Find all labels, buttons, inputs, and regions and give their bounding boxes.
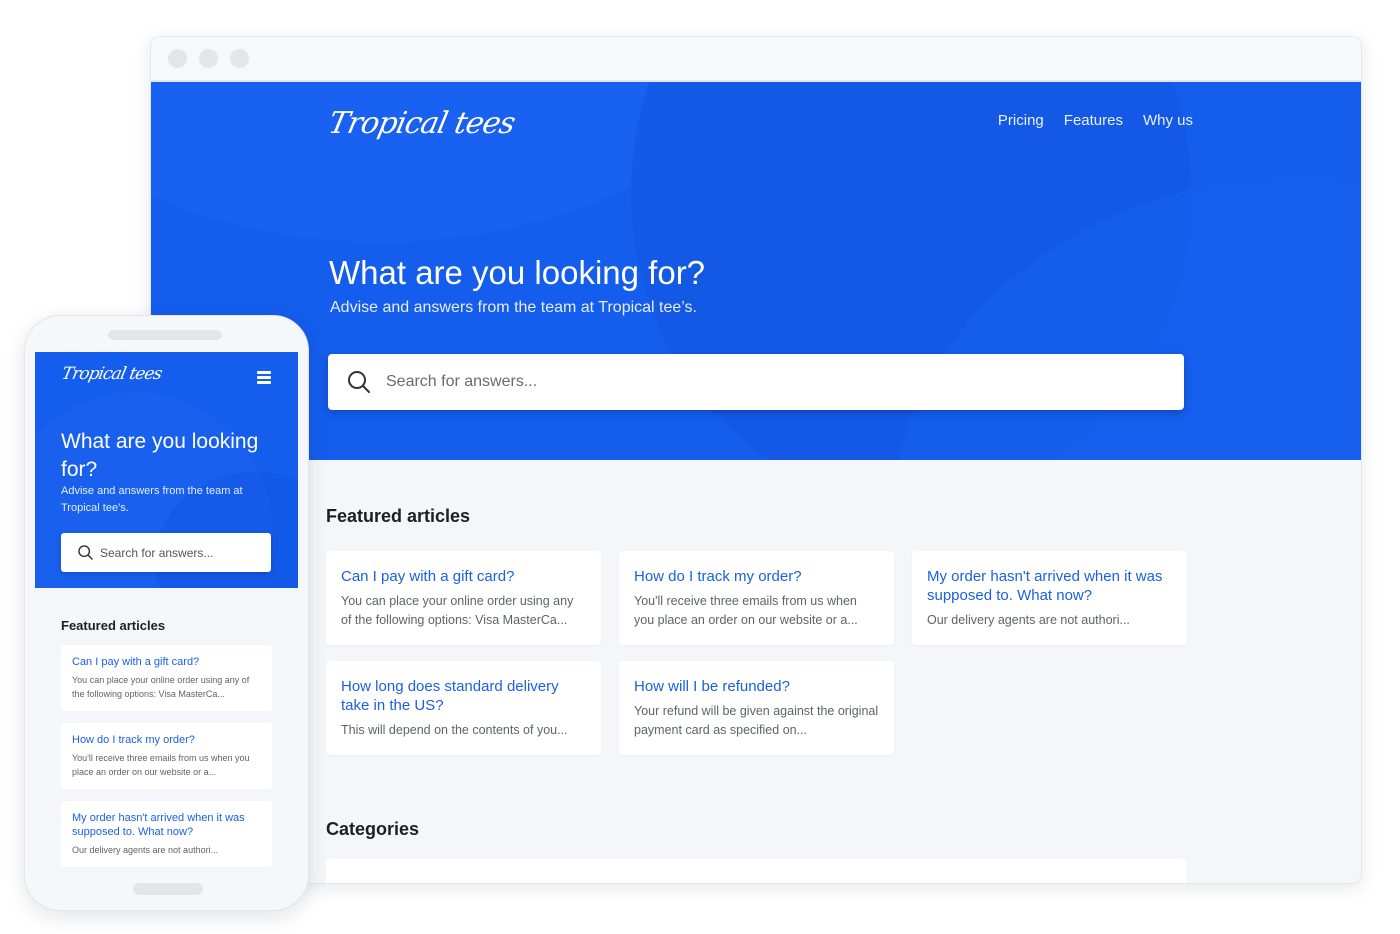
mobile-hero-subtitle: Advise and answers from the team at Trop…: [61, 485, 243, 514]
article-excerpt: You can place your online order using an…: [72, 675, 250, 699]
article-card[interactable]: Can I pay with a gift card? You can plac…: [326, 551, 601, 645]
article-excerpt: Our delivery agents are not authori...: [927, 613, 1130, 627]
hero-section: Tropical tees Pricing Features Why us Wh…: [151, 82, 1361, 460]
categories-heading: Categories: [326, 819, 420, 839]
nav-link-features[interactable]: Features: [1064, 112, 1123, 129]
article-title[interactable]: How do I track my order?: [72, 733, 261, 747]
article-excerpt: Your refund will be given against the or…: [634, 704, 879, 737]
main-content: Featured articles Can I pay with a gift …: [326, 506, 1187, 883]
mobile-article-card[interactable]: My order hasn't arrived when it was supp…: [61, 801, 272, 867]
search-icon: [78, 545, 93, 560]
article-title[interactable]: Can I pay with a gift card?: [341, 567, 586, 586]
article-excerpt: This will depend on the contents of you.…: [341, 723, 568, 737]
window-maximize-dot[interactable]: [230, 49, 249, 68]
article-card[interactable]: My order hasn't arrived when it was supp…: [912, 551, 1187, 645]
mobile-article-card[interactable]: How do I track my order? You'll receive …: [61, 723, 272, 789]
brand-logo[interactable]: Tropical tees: [325, 106, 517, 141]
hero-subtitle: Advise and answers from the team at Trop…: [330, 299, 697, 316]
article-excerpt: You can place your online order using an…: [341, 594, 574, 627]
phone-screen: Tropical tees What are you looking for? …: [35, 352, 298, 874]
article-card[interactable]: How will I be refunded? Your refund will…: [619, 661, 894, 755]
article-excerpt: Our delivery agents are not authori...: [72, 845, 219, 855]
top-nav: Pricing Features Why us: [998, 112, 1193, 129]
search-bar[interactable]: [328, 354, 1184, 410]
article-title[interactable]: How will I be refunded?: [634, 677, 879, 696]
mobile-featured-articles-heading: Featured articles: [61, 618, 166, 633]
article-title[interactable]: How long does standard delivery take in …: [341, 677, 586, 715]
search-icon: [348, 371, 370, 393]
hamburger-menu-icon[interactable]: [257, 371, 271, 384]
nav-link-pricing[interactable]: Pricing: [998, 112, 1044, 129]
browser-titlebar: [151, 37, 1361, 82]
article-title[interactable]: My order hasn't arrived when it was supp…: [927, 567, 1172, 605]
article-title[interactable]: How do I track my order?: [634, 567, 879, 586]
hero-title: What are you looking for?: [329, 254, 706, 291]
mobile-brand-logo[interactable]: Tropical tees: [60, 364, 163, 384]
search-input[interactable]: [386, 373, 1146, 391]
mobile-phone-mockup: Tropical tees What are you looking for? …: [24, 315, 309, 911]
article-excerpt: You'll receive three emails from us when…: [72, 753, 250, 777]
window-close-dot[interactable]: [168, 49, 187, 68]
featured-articles-grid: Can I pay with a gift card? You can plac…: [326, 551, 1187, 755]
mobile-article-card[interactable]: Can I pay with a gift card? You can plac…: [61, 645, 272, 711]
mobile-hero-title: What are you looking for?: [61, 430, 259, 481]
phone-speaker: [108, 330, 222, 340]
article-title[interactable]: Can I pay with a gift card?: [72, 655, 261, 669]
mobile-featured-articles-list: Can I pay with a gift card? You can plac…: [61, 645, 272, 867]
nav-link-why-us[interactable]: Why us: [1143, 112, 1193, 129]
mobile-main-content: Featured articles Can I pay with a gift …: [35, 588, 298, 867]
mobile-search-input[interactable]: [100, 545, 260, 560]
mobile-search-bar[interactable]: [61, 533, 271, 572]
article-card[interactable]: How do I track my order? You'll receive …: [619, 551, 894, 645]
category-card[interactable]: [326, 859, 1186, 883]
desktop-browser-mockup: Tropical tees Pricing Features Why us Wh…: [150, 36, 1362, 884]
featured-articles-heading: Featured articles: [326, 506, 471, 526]
article-excerpt: You'll receive three emails from us when…: [634, 594, 858, 627]
article-title[interactable]: My order hasn't arrived when it was supp…: [72, 811, 261, 839]
phone-home-indicator: [133, 883, 203, 895]
mobile-hero-section: Tropical tees What are you looking for? …: [35, 352, 298, 588]
window-minimize-dot[interactable]: [199, 49, 218, 68]
article-card[interactable]: How long does standard delivery take in …: [326, 661, 601, 755]
